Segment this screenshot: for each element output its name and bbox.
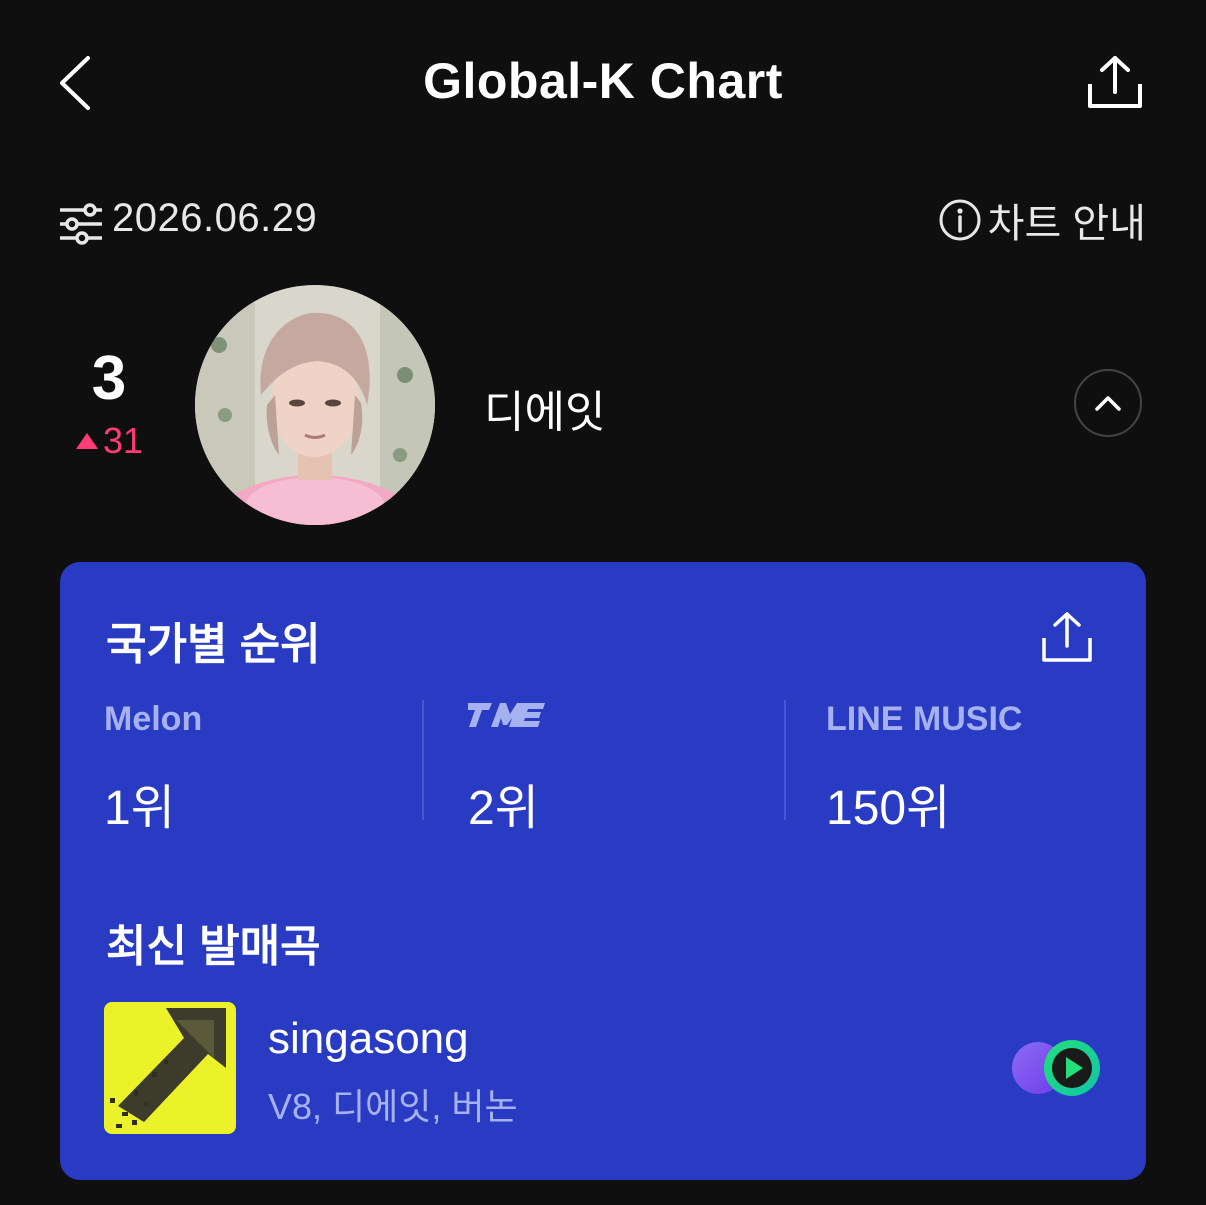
date-row: 2026.06.29 차트 안내 [0, 190, 1206, 260]
platform-tme: 2위 [468, 700, 768, 835]
artist-name[interactable]: 디에잇 [484, 376, 605, 440]
tme-logo [468, 703, 545, 727]
divider [422, 700, 424, 820]
page-title: Global-K Chart [423, 53, 783, 109]
chevron-up-icon [1095, 396, 1121, 411]
song-title: singasong [268, 1014, 469, 1063]
latest-release-title: 최신 발매곡 [106, 922, 321, 971]
chart-date[interactable]: 2026.06.29 [112, 196, 317, 241]
rank-number: 3 [91, 344, 127, 413]
rank-change-value: 31 [102, 420, 144, 461]
filter-sliders-icon [60, 203, 102, 245]
artist-avatar[interactable] [195, 285, 435, 525]
artist-photo [195, 285, 435, 525]
latest-song-row[interactable]: singasong V8, 디에잇, 버논 [104, 1002, 1104, 1136]
triangle-up-icon [75, 433, 98, 449]
play-icon [1012, 1040, 1100, 1096]
platform-rank: 2위 [468, 782, 539, 835]
card-title: 국가별 순위 [106, 620, 321, 669]
share-icon [1088, 56, 1142, 108]
card-share-button[interactable] [1036, 610, 1098, 666]
platform-logo [468, 700, 768, 740]
platform-name: LINE MUSIC [826, 700, 1023, 738]
collapse-button[interactable] [1074, 369, 1142, 437]
filter-button[interactable] [58, 202, 104, 246]
platform-rank: 150위 [826, 782, 951, 835]
play-button[interactable] [1010, 1040, 1102, 1096]
rank-change: 31 [64, 420, 154, 462]
share-icon [1042, 612, 1092, 662]
share-button[interactable] [1080, 52, 1150, 114]
divider [784, 700, 786, 820]
chart-guide-button[interactable]: 차트 안내 [938, 192, 1146, 248]
chart-guide-label: 차트 안내 [987, 202, 1146, 246]
info-icon [939, 199, 981, 241]
country-rank-card: 국가별 순위 Melon 1위 2위 LINE MUSIC 150위 최신 발매… [60, 562, 1146, 1180]
platform-melon: Melon 1위 [104, 700, 404, 835]
album-cover-image [104, 1002, 236, 1134]
platform-name: Melon [104, 700, 203, 738]
chart-page: Global-K Chart 2026.06.29 차트 안내 3 31 디에잇… [0, 0, 1206, 1205]
platform-rank: 1위 [104, 782, 175, 835]
album-art [104, 1002, 236, 1134]
rank-block: 3 31 [64, 344, 154, 462]
platform-line-music: LINE MUSIC 150위 [826, 700, 1126, 835]
header: Global-K Chart [0, 0, 1206, 170]
song-artists: V8, 디에잇, 버논 [268, 1086, 518, 1127]
